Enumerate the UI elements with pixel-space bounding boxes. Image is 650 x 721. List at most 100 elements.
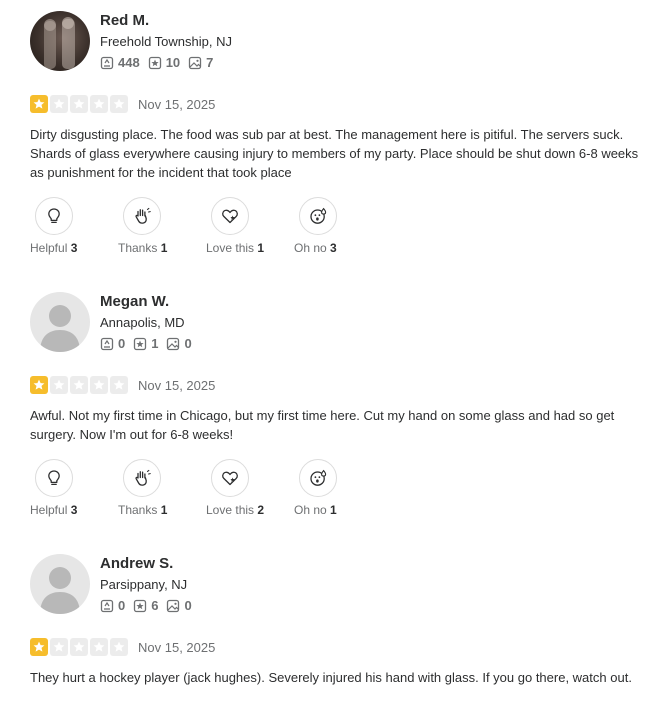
- photo-count-stat: 7: [188, 55, 213, 70]
- review-text: Awful. Not my first time in Chicago, but…: [30, 408, 615, 442]
- react-button[interactable]: [299, 197, 337, 235]
- heart-icon: [222, 209, 238, 224]
- friend-count-stat: 6: [133, 598, 158, 613]
- shocked-face-icon: [310, 207, 327, 224]
- star-icon: [30, 95, 48, 113]
- reviewer-stats: 0 1 0: [100, 336, 200, 351]
- star-rating: [30, 95, 130, 113]
- avatar[interactable]: [30, 11, 90, 71]
- shocked-face-icon: [310, 469, 327, 486]
- star-icon: [90, 95, 108, 113]
- friend-count: 10: [165, 55, 181, 70]
- star-icon: [30, 638, 48, 656]
- photo-icon: [167, 599, 180, 612]
- reaction-label: Love this 1: [206, 241, 265, 255]
- reaction-label: Oh no 3: [294, 241, 337, 255]
- friend-count: 1: [151, 336, 159, 351]
- reaction-thanks[interactable]: Thanks 1: [118, 197, 206, 257]
- rating-row: Nov 15, 2025: [30, 95, 215, 113]
- friend-count-stat: 1: [133, 336, 158, 351]
- reaction-oh-no[interactable]: Oh no 3: [294, 197, 382, 257]
- react-button[interactable]: [211, 459, 249, 497]
- star-icon: [110, 638, 128, 656]
- review-text: Dirty disgusting place. The food was sub…: [30, 127, 639, 180]
- star-icon: [70, 95, 88, 113]
- default-avatar-icon: [40, 305, 80, 352]
- reaction-label: Oh no 1: [294, 503, 337, 517]
- heart-icon: [222, 471, 238, 486]
- star-icon: [110, 376, 128, 394]
- reaction-love-this[interactable]: Love this 1: [206, 197, 294, 257]
- reaction-love-this[interactable]: Love this 2: [206, 459, 294, 519]
- rating-row: Nov 15, 2025: [30, 376, 215, 394]
- friend-count-stat: 10: [148, 55, 180, 70]
- review-date: Nov 15, 2025: [138, 377, 216, 393]
- friend-count: 6: [151, 598, 159, 613]
- react-button[interactable]: [123, 459, 161, 497]
- react-button[interactable]: [211, 197, 249, 235]
- reviewer-name[interactable]: Andrew S.: [100, 555, 173, 572]
- photo-count: 0: [184, 598, 192, 613]
- lightbulb-icon: [48, 470, 60, 486]
- star-icon: [50, 376, 68, 394]
- reaction-helpful[interactable]: Helpful 3: [30, 197, 118, 257]
- reviewer-stats: 0 6 0: [100, 598, 200, 613]
- review-count: 0: [118, 598, 126, 613]
- waving-hand-icon: [135, 469, 151, 486]
- avatar[interactable]: [30, 292, 90, 352]
- avatar[interactable]: [30, 554, 90, 614]
- star-icon: [50, 95, 68, 113]
- react-button[interactable]: [123, 197, 161, 235]
- reaction-bar: Helpful 3 Thanks 1 Love this 2 Oh no 1: [30, 459, 382, 519]
- react-button[interactable]: [299, 459, 337, 497]
- photo-count: 0: [184, 336, 192, 351]
- review-count-stat: 0: [100, 598, 125, 613]
- review-count-icon: [100, 599, 114, 612]
- photo-icon: [167, 337, 180, 350]
- star-icon: [30, 376, 48, 394]
- waving-hand-icon: [135, 207, 151, 224]
- star-badge-icon: [134, 337, 147, 350]
- reaction-thanks[interactable]: Thanks 1: [118, 459, 206, 519]
- reviewer-name[interactable]: Megan W.: [100, 293, 169, 310]
- review-count-stat: 0: [100, 336, 125, 351]
- review-count-icon: [100, 56, 114, 69]
- review-count-stat: 448: [100, 55, 140, 70]
- reaction-label: Helpful 3: [30, 503, 78, 517]
- star-icon: [90, 638, 108, 656]
- rating-row: Nov 15, 2025: [30, 638, 215, 656]
- reaction-label: Love this 2: [206, 503, 265, 517]
- reaction-bar: Helpful 3 Thanks 1 Love this 1 Oh no 3: [30, 197, 382, 257]
- reviewer-name[interactable]: Red M.: [100, 12, 149, 29]
- photo-count-stat: 0: [166, 598, 192, 613]
- reaction-oh-no[interactable]: Oh no 1: [294, 459, 382, 519]
- reviewer-location: Annapolis, MD: [100, 315, 185, 330]
- review-count: 0: [118, 336, 126, 351]
- review-date: Nov 15, 2025: [138, 639, 216, 655]
- reaction-label: Thanks 1: [118, 503, 168, 517]
- reviewer-location: Parsippany, NJ: [100, 577, 188, 592]
- review-date: Nov 15, 2025: [138, 96, 216, 112]
- react-button[interactable]: [35, 459, 73, 497]
- default-avatar-icon: [40, 567, 80, 614]
- star-icon: [50, 638, 68, 656]
- react-button[interactable]: [35, 197, 73, 235]
- star-badge-icon: [148, 56, 161, 69]
- star-icon: [70, 376, 88, 394]
- photo-count: 7: [206, 55, 214, 70]
- reviewer-location: Freehold Township, NJ: [100, 34, 232, 49]
- star-icon: [90, 376, 108, 394]
- review-count: 448: [118, 55, 140, 70]
- reaction-helpful[interactable]: Helpful 3: [30, 459, 118, 519]
- review-count-icon: [100, 337, 114, 350]
- reaction-label: Thanks 1: [118, 241, 168, 255]
- star-icon: [110, 95, 128, 113]
- lightbulb-icon: [48, 208, 60, 224]
- photo-count-stat: 0: [166, 336, 192, 351]
- star-icon: [70, 638, 88, 656]
- photo-icon: [189, 56, 202, 69]
- reaction-label: Helpful 3: [30, 241, 78, 255]
- star-rating: [30, 376, 130, 394]
- reviewer-stats: 448 10 7: [100, 55, 221, 70]
- star-rating: [30, 638, 130, 656]
